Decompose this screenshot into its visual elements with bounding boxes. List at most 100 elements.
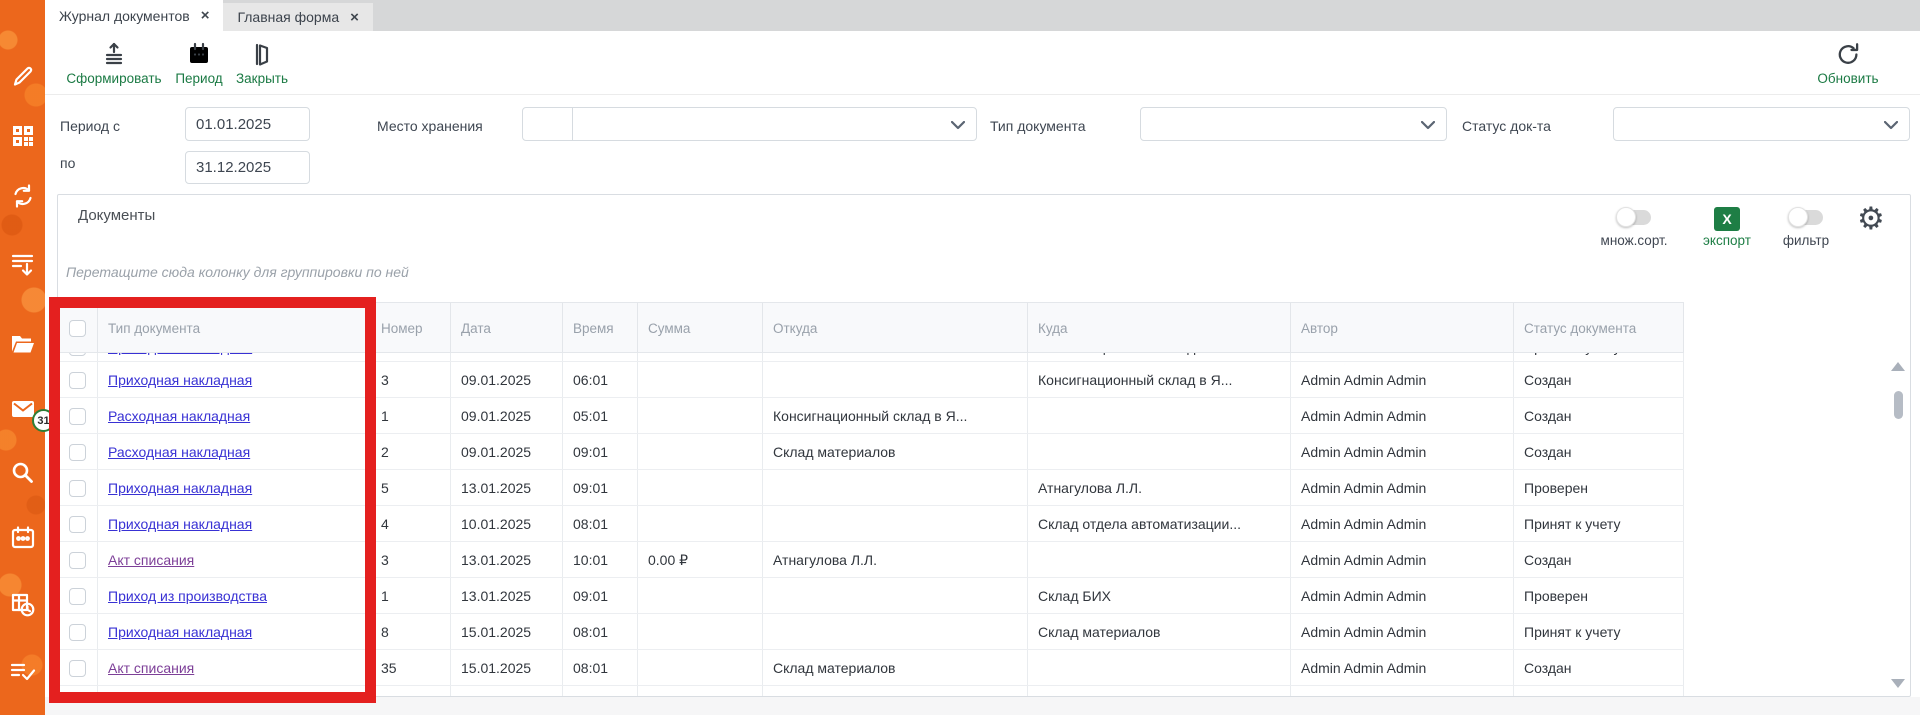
table-row[interactable]: Приходная накладная309.01.202506:01Конси… [58, 362, 1684, 398]
row-checkbox[interactable] [69, 408, 86, 425]
document-link[interactable]: Приходная накладная [108, 372, 252, 388]
select-all-cell[interactable] [58, 303, 98, 352]
row-checkbox-cell[interactable] [58, 362, 98, 397]
row-checkbox[interactable] [69, 552, 86, 569]
table-row[interactable]: Приход из производства113.01.202509:01Ск… [58, 578, 1684, 614]
cell-date: 15.01.2025 [451, 614, 563, 649]
gear-icon[interactable]: ⚙ [1857, 203, 1885, 234]
row-checkbox-cell[interactable] [58, 434, 98, 469]
generate-label: Сформировать [66, 71, 161, 86]
column-header[interactable]: Статус документа [1514, 303, 1684, 352]
row-checkbox-cell[interactable] [58, 470, 98, 505]
list-check-icon[interactable] [0, 659, 45, 685]
close-button[interactable]: Закрыть [227, 41, 297, 86]
period-from-input[interactable] [185, 107, 310, 141]
documents-table: Тип документаНомерДатаВремяСуммаОткудаКу… [58, 302, 1684, 697]
document-link[interactable]: Акт списания [108, 552, 194, 568]
document-link[interactable]: Приходная накладная [108, 353, 252, 355]
multisort-toggle[interactable] [1618, 210, 1651, 225]
calendar-icon[interactable] [0, 525, 45, 551]
sync-icon[interactable] [0, 183, 45, 209]
cell-status: Создан [1514, 398, 1684, 433]
column-header[interactable]: Сумма [638, 303, 763, 352]
row-checkbox[interactable] [69, 660, 86, 677]
column-header[interactable]: Номер [371, 303, 451, 352]
row-checkbox-cell[interactable] [58, 506, 98, 541]
column-header[interactable]: Откуда [763, 303, 1028, 352]
storage-select[interactable] [522, 107, 977, 141]
pencil-icon[interactable] [0, 63, 45, 89]
tab-journal[interactable]: Журнал документов × [45, 0, 223, 31]
row-checkbox[interactable] [69, 624, 86, 641]
cell-number: 1 [371, 398, 451, 433]
cell-status: Создан [1514, 650, 1684, 685]
table-row[interactable]: Приходная накладнаяКонсигнационный склад… [58, 353, 1684, 362]
row-checkbox[interactable] [69, 353, 86, 356]
scroll-down-icon[interactable] [1891, 679, 1905, 688]
cell-from [763, 470, 1028, 505]
cell-from: Склад материалов [763, 650, 1028, 685]
document-link[interactable]: Приходная накладная [108, 480, 252, 496]
table-row[interactable]: Приходная накладная916.01.202506:01Склад… [58, 686, 1684, 697]
tab-close-icon[interactable]: × [201, 7, 210, 24]
generate-button[interactable]: Сформировать [64, 41, 164, 86]
tab-main-form[interactable]: Главная форма × [223, 3, 372, 31]
document-link[interactable]: Приходная накладная [108, 516, 252, 532]
table-row[interactable]: Расходная накладная209.01.202509:01Склад… [58, 434, 1684, 470]
tab-main-form-label: Главная форма [237, 9, 339, 25]
row-checkbox[interactable] [69, 588, 86, 605]
table-row[interactable]: Акт списания3515.01.202508:01Склад матер… [58, 650, 1684, 686]
document-link[interactable]: Приход из производства [108, 588, 267, 604]
excel-export-icon[interactable]: X [1714, 207, 1740, 231]
storage-label: Место хранения [377, 118, 483, 134]
row-checkbox-cell[interactable] [58, 398, 98, 433]
doc-type-select[interactable] [1140, 107, 1447, 141]
document-link[interactable]: Расходная накладная [108, 408, 250, 424]
row-checkbox[interactable] [69, 480, 86, 497]
row-checkbox[interactable] [69, 372, 86, 389]
row-checkbox-cell[interactable] [58, 686, 98, 697]
table-row[interactable]: Приходная накладная410.01.202508:01Склад… [58, 506, 1684, 542]
qr-code-icon[interactable] [0, 123, 45, 149]
filter-toggle[interactable] [1790, 210, 1823, 225]
cell-type: Акт списания [98, 542, 371, 577]
row-checkbox[interactable] [69, 444, 86, 461]
column-header[interactable]: Куда [1028, 303, 1291, 352]
cell-time: 09:01 [563, 470, 638, 505]
column-header[interactable]: Автор [1291, 303, 1514, 352]
row-checkbox-cell[interactable] [58, 542, 98, 577]
list-download-icon[interactable] [0, 252, 45, 278]
vertical-scrollbar-thumb[interactable] [1894, 391, 1903, 419]
row-checkbox-cell[interactable] [58, 650, 98, 685]
report-clock-icon[interactable] [0, 592, 45, 618]
period-to-input[interactable] [185, 151, 310, 184]
document-link[interactable]: Акт списания [108, 660, 194, 676]
column-header[interactable]: Тип документа [98, 303, 371, 352]
period-button[interactable]: Период [169, 41, 229, 86]
refresh-button[interactable]: Обновить [1803, 41, 1893, 86]
cell-to [1028, 650, 1291, 685]
folder-open-icon[interactable] [0, 331, 45, 357]
close-label: Закрыть [236, 71, 288, 86]
row-checkbox-cell[interactable] [58, 353, 98, 361]
row-checkbox[interactable] [69, 516, 86, 533]
row-checkbox-cell[interactable] [58, 614, 98, 649]
doc-status-select[interactable] [1613, 107, 1910, 141]
table-row[interactable]: Приходная накладная513.01.202509:01Атнаг… [58, 470, 1684, 506]
generate-icon [101, 41, 127, 68]
scroll-up-icon[interactable] [1891, 362, 1905, 371]
document-link[interactable]: Приходная накладная [108, 624, 252, 640]
column-header[interactable]: Дата [451, 303, 563, 352]
document-link[interactable]: Расходная накладная [108, 444, 250, 460]
table-row[interactable]: Расходная накладная109.01.202505:01Конси… [58, 398, 1684, 434]
table-row[interactable]: Приходная накладная815.01.202508:01Склад… [58, 614, 1684, 650]
search-icon[interactable] [0, 460, 45, 486]
export-label[interactable]: экспорт [1699, 233, 1755, 248]
cell-date: 09.01.2025 [451, 362, 563, 397]
row-checkbox-cell[interactable] [58, 578, 98, 613]
column-header[interactable]: Время [563, 303, 638, 352]
select-all-checkbox[interactable] [69, 320, 86, 337]
chevron-down-icon [951, 121, 965, 130]
tab-close-icon[interactable]: × [350, 9, 359, 26]
table-row[interactable]: Акт списания313.01.202510:010.00 ₽Атнагу… [58, 542, 1684, 578]
